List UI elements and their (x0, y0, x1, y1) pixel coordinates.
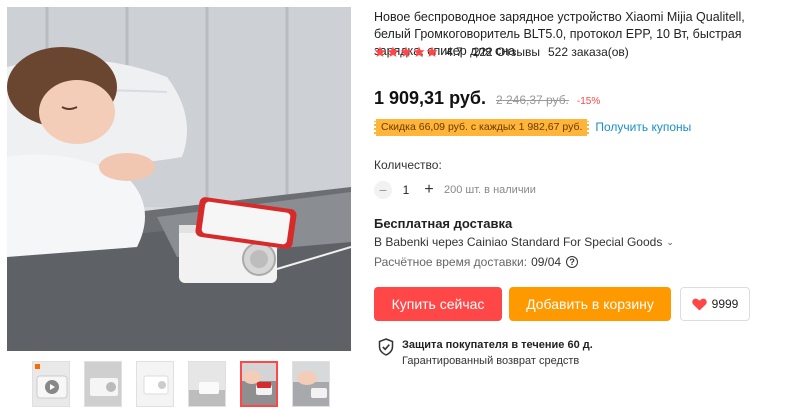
thumbnail-strip (32, 361, 332, 407)
quantity-plus-button[interactable]: + (420, 181, 438, 199)
quantity-value[interactable]: 1 (392, 183, 420, 197)
help-icon[interactable]: ? (566, 256, 579, 268)
thumbnail-2[interactable] (84, 361, 122, 407)
discount-badge: -15% (576, 96, 601, 107)
coupon-tag[interactable]: Скидка 66,09 руб. с каждых 1 982,67 руб. (374, 118, 590, 136)
star-icon (413, 46, 425, 57)
shipping-title: Бесплатная доставка (374, 216, 513, 231)
current-price: 1 909,31 руб. (374, 88, 486, 108)
thumbnail-4[interactable] (188, 361, 226, 407)
star-icon (400, 46, 412, 57)
heart-icon (691, 298, 707, 310)
buyer-protection: Защита покупателя в течение 60 д. Гарант… (378, 338, 593, 368)
star-icon (426, 46, 438, 57)
thumbnail-6[interactable] (292, 361, 330, 407)
price-row: 1 909,31 руб. 2 246,37 руб. -15% (374, 88, 600, 110)
product-photo (7, 7, 351, 351)
shipping-route-selector[interactable]: В Babenki через Cainiao Standard For Spe… (374, 235, 674, 249)
delivery-time: Расчётное время доставки: 09/04 ? (374, 255, 579, 269)
shipping-route-text: В Babenki через Cainiao Standard For Spe… (374, 235, 663, 249)
stock-count: 200 шт. в наличии (444, 184, 536, 196)
quantity-minus-button[interactable]: − (374, 181, 392, 199)
quantity-stepper: − 1 + 200 шт. в наличии (374, 180, 536, 200)
old-price: 2 246,37 руб. (495, 93, 569, 107)
thumbnail-3[interactable] (136, 361, 174, 407)
reviews-link[interactable]: 222 Отзывы (473, 45, 540, 59)
star-icon (374, 46, 386, 57)
add-to-cart-button[interactable]: Добавить в корзину (509, 287, 671, 321)
thumbnail-5[interactable] (240, 361, 278, 407)
video-thumbnail (33, 362, 69, 406)
delivery-time-value: 09/04 (531, 255, 562, 269)
get-coupons-link[interactable]: Получить купоны (595, 120, 691, 134)
buy-now-button[interactable]: Купить сейчас (374, 287, 502, 321)
rating-stars (374, 46, 438, 58)
protection-subtitle: Гарантированный возврат средств (402, 355, 580, 367)
coupon-row: Скидка 66,09 руб. с каждых 1 982,67 руб.… (374, 118, 691, 136)
shield-check-icon (378, 338, 394, 356)
thumbnail-1[interactable] (32, 361, 70, 407)
chevron-down-icon: ⌄ (666, 236, 674, 247)
orders-count: 522 заказа(ов) (548, 45, 629, 59)
rating-row: 4.7 222 Отзывы 522 заказа(ов) (374, 44, 629, 60)
quantity-label: Количество: (374, 158, 442, 172)
main-product-image[interactable] (7, 7, 351, 351)
delivery-time-label: Расчётное время доставки: (374, 255, 528, 269)
star-icon (387, 46, 399, 57)
wishlist-count: 9999 (711, 297, 739, 311)
protection-title: Защита покупателя в течение 60 д. (402, 339, 593, 351)
rating-value: 4.7 (446, 45, 463, 59)
wishlist-button[interactable]: 9999 (680, 287, 750, 321)
